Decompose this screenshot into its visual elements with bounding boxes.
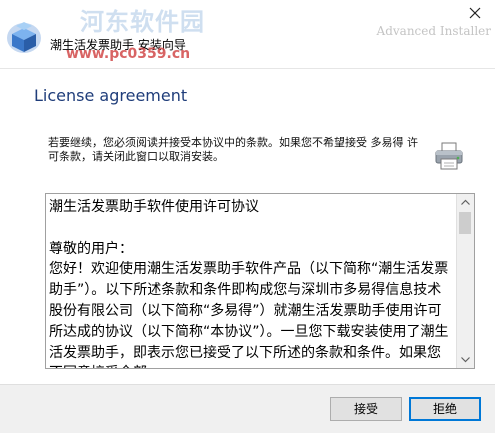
printer-icon — [435, 142, 463, 170]
decline-button[interactable]: 拒绝 — [409, 397, 481, 421]
license-text-area[interactable]: 潮生活发票助手软件使用许可协议 尊敬的用户： 您好！欢迎使用潮生活发票助手软件产… — [45, 193, 475, 369]
vertical-scrollbar[interactable] — [456, 194, 474, 368]
scroll-down-button[interactable] — [457, 351, 474, 368]
title-bar: 河东软件园 潮生活发票助手 安装向导 Advanced Installer ww… — [0, 0, 495, 69]
license-text: 潮生活发票助手软件使用许可协议 尊敬的用户： 您好！欢迎使用潮生活发票助手软件产… — [49, 199, 449, 368]
chevron-down-icon — [461, 357, 470, 363]
chevron-up-icon — [461, 199, 470, 205]
instruction-text: 若要继续，您必须阅读并接受本协议中的条款。如果您不希望接受 多易得 许可条款，请… — [48, 136, 418, 163]
watermark-site-name: 河东软件园 — [80, 8, 205, 36]
print-button[interactable] — [433, 140, 465, 172]
scroll-thumb[interactable] — [459, 212, 471, 234]
close-icon — [469, 7, 481, 19]
accept-button[interactable]: 接受 — [330, 397, 402, 421]
close-button[interactable] — [462, 4, 488, 22]
page-title: License agreement — [34, 86, 188, 105]
scroll-up-button[interactable] — [457, 194, 474, 211]
box-installer-icon — [6, 20, 42, 56]
watermark-url: www.pc0359.cn — [66, 46, 191, 62]
installer-brand: Advanced Installer — [376, 24, 491, 38]
